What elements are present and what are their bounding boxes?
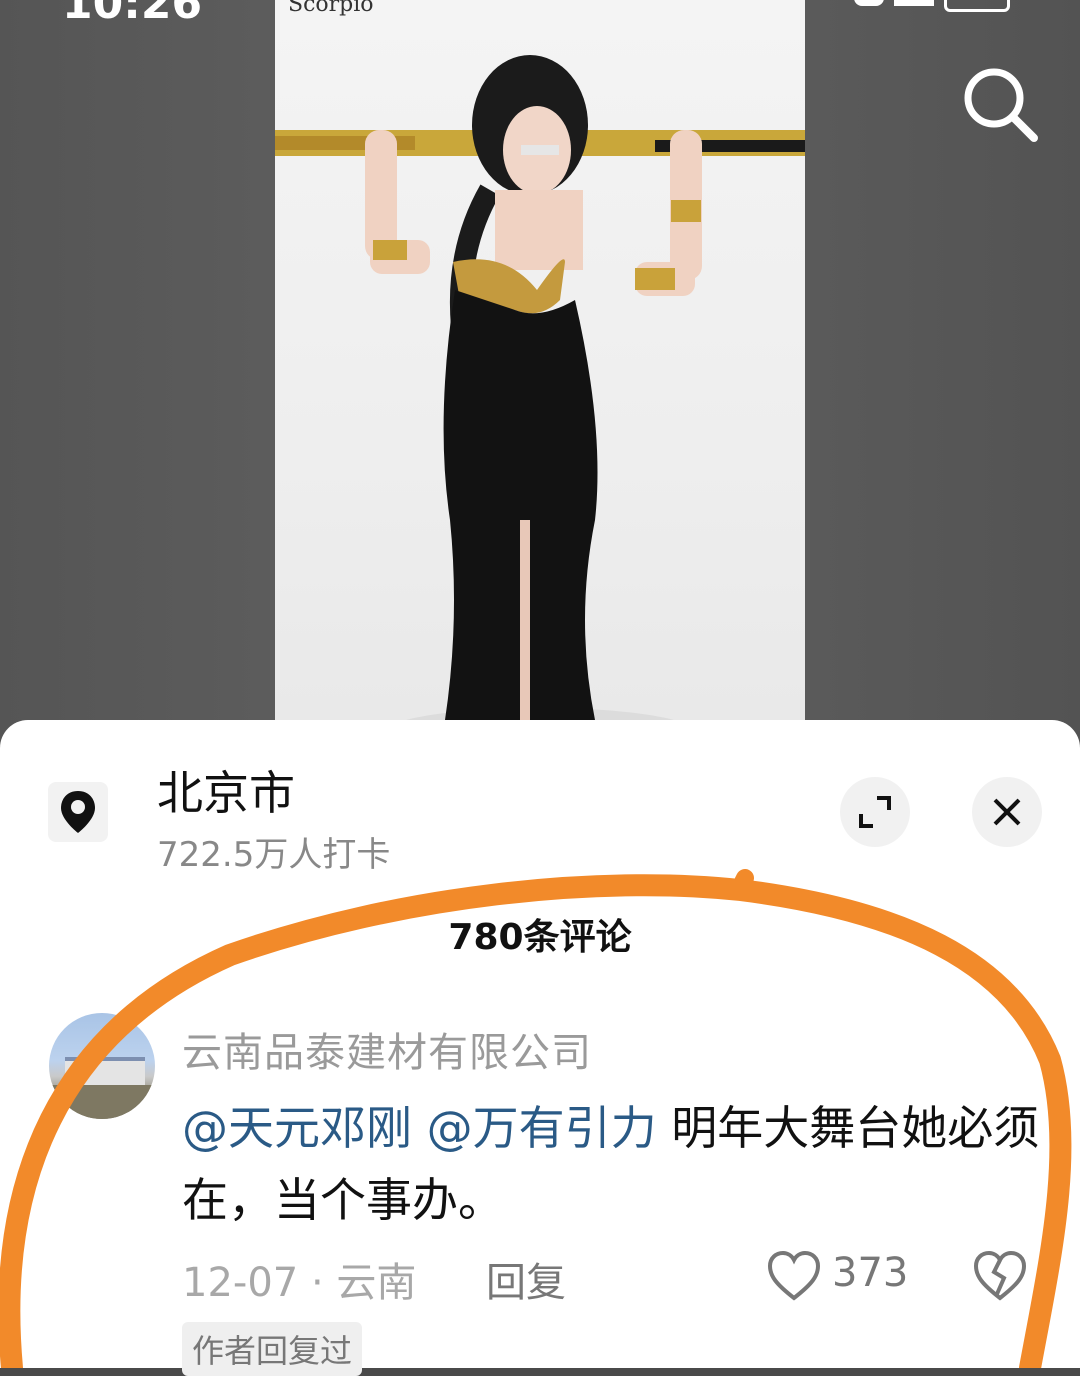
- comment-username[interactable]: 云南品泰建材有限公司: [182, 1020, 592, 1078]
- comment-date: 12-07: [182, 1260, 299, 1306]
- location-checkins: 722.5万人打卡: [157, 835, 391, 875]
- broken-heart-icon: [973, 1250, 1027, 1301]
- mention-link[interactable]: @天元邓刚: [182, 1101, 412, 1155]
- search-button[interactable]: [960, 64, 1040, 144]
- avatar[interactable]: [49, 1013, 155, 1119]
- like-button[interactable]: [766, 1250, 822, 1306]
- wifi-icon: [854, 0, 884, 6]
- signal-icon: [894, 0, 934, 6]
- reply-button[interactable]: 回复: [486, 1250, 566, 1308]
- close-icon: [993, 798, 1021, 826]
- mention-link[interactable]: @万有引力: [427, 1101, 657, 1155]
- dislike-button[interactable]: [972, 1250, 1028, 1306]
- comment-text: @天元邓刚 @万有引力 明年大舞台她必须在，当个事办。: [182, 1092, 1042, 1236]
- video-frame[interactable]: Scorpio: [275, 0, 805, 760]
- search-icon: [964, 68, 1038, 142]
- person-illustration: [275, 55, 805, 752]
- comment-meta: 12-07 · 云南: [182, 1260, 417, 1306]
- location-pin-icon: [48, 782, 108, 842]
- photo-watermark: Scorpio: [288, 0, 374, 17]
- location-title[interactable]: 北京市: [157, 757, 295, 823]
- status-time: 10:26: [62, 0, 203, 29]
- heart-icon: [767, 1250, 821, 1301]
- like-count: 373: [832, 1250, 909, 1296]
- expand-button[interactable]: [840, 777, 910, 847]
- comment-count: 780条评论: [448, 917, 632, 958]
- close-button[interactable]: [972, 777, 1042, 847]
- comment-region: 云南: [336, 1260, 417, 1306]
- status-icons: [854, 0, 1010, 12]
- expand-icon: [859, 796, 891, 828]
- battery-icon: [944, 0, 1010, 12]
